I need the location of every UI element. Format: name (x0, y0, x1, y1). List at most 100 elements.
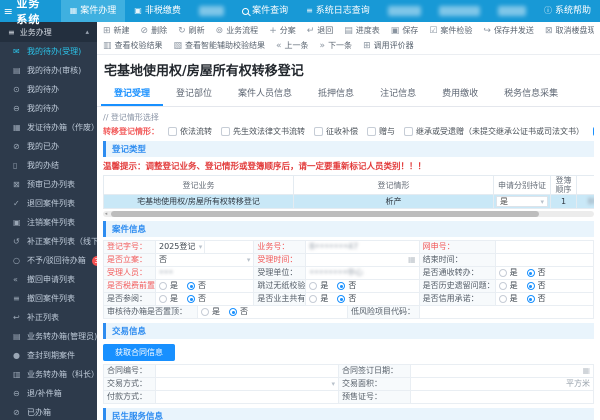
sidebar-item-seizure-expiry-case[interactable]: ●查封到期案件 (0, 346, 97, 365)
prev-record-button[interactable]: «上一条 (276, 40, 309, 51)
sidebar-item-my-todo-2[interactable]: ⊖我的待办 (0, 99, 97, 118)
tab-mortgage-info[interactable]: 抵押信息 (305, 82, 367, 106)
blurred-nav-item[interactable] (388, 6, 421, 16)
trade-area-field[interactable]: 平方米 (411, 378, 594, 391)
radio-no[interactable]: 否 (527, 280, 546, 292)
new-button[interactable]: ⊞新建 (103, 25, 130, 36)
checkbox-property-split[interactable]: 析产 (593, 126, 594, 137)
tab-fee-collect[interactable]: 费用缴收 (429, 82, 491, 106)
checkbox-lawful-transfer[interactable]: 依法流转 (168, 126, 212, 137)
sidebar-item-my-todo-review[interactable]: ▤我的待办(审核) (0, 61, 97, 80)
trade-method-select[interactable]: ▾ (156, 378, 339, 391)
case-check-button[interactable]: ☑案件检验 (429, 25, 472, 36)
sidebar-group-business[interactable]: ≡ 业务办理 ▴ (0, 22, 97, 42)
return-button[interactable]: ↵退回 (307, 25, 334, 36)
sidebar-item-return-supplement-box[interactable]: ⊖退/补件箱 (0, 384, 97, 403)
radio-no[interactable]: 否 (527, 267, 546, 279)
contract-no-field[interactable] (156, 365, 339, 378)
payment-method-field[interactable] (156, 391, 339, 404)
fetch-contract-button[interactable]: 获取合同信息 (103, 344, 175, 361)
nav-tab-case-query[interactable]: 案件查询 (233, 0, 297, 22)
sidebar-item-transfer-box-admin[interactable]: ▤业务转办箱(管理员) (0, 327, 97, 346)
nav-tab-syslog[interactable]: ≡ 系统日志查询 (297, 0, 379, 22)
scroll-left-arrow-icon[interactable]: ◂ (103, 211, 109, 217)
radio-yes[interactable]: 是 (499, 293, 518, 305)
sidebar-item-cert-todo-void[interactable]: ▦发证待办箱（作废） (0, 118, 97, 137)
radio-yes[interactable]: 是 (499, 280, 518, 292)
sidebar-item-withdraw-request-list[interactable]: «撤回申请列表 (0, 270, 97, 289)
radio-yes[interactable]: 是 (159, 293, 178, 305)
cancel-site-confirm-button[interactable]: ⊠取消楼盘现场确认 (545, 25, 594, 36)
nav-tab-case-handle[interactable]: ▦ 案件办理 (61, 0, 126, 22)
sidebar-item-correction-list[interactable]: ↩补正列表 (0, 308, 97, 327)
separate-cert-select[interactable]: 是 ▾ (496, 196, 548, 207)
blurred-nav-item[interactable] (199, 6, 224, 16)
sidebar-item-returned-case-list[interactable]: ✓退回案件列表 (0, 194, 97, 213)
checkbox-legal-doc-transfer[interactable]: 先生效法律文书流转 (221, 126, 305, 137)
save-button[interactable]: ▣保存 (391, 25, 419, 36)
next-record-button[interactable]: »下一条 (320, 40, 353, 51)
horizontal-scrollbar[interactable]: ◂ (103, 211, 594, 217)
delete-button[interactable]: ⊘删除 (141, 25, 168, 36)
workflow-button[interactable]: ⊚业务流程 (216, 25, 259, 36)
end-time-field[interactable] (496, 254, 594, 267)
is-filed-select[interactable]: 否▾ (156, 254, 254, 267)
tab-case-persons[interactable]: 案件人员信息 (225, 82, 305, 106)
view-check-result-button[interactable]: ▥查看校验结果 (103, 40, 163, 51)
tab-reg-accept[interactable]: 登记受理 (101, 82, 163, 106)
view-smart-check-result-button[interactable]: ▧查看智能辅助校验结果 (174, 40, 266, 51)
radio-no[interactable]: 否 (229, 306, 248, 318)
radio-no[interactable]: 否 (187, 280, 206, 292)
radio-no[interactable]: 否 (187, 293, 206, 305)
sidebar-item-correction-case-list-offline[interactable]: ↺补正案件列表（线下） (0, 232, 97, 251)
save-and-send-button[interactable]: ↪保存并发送 (483, 25, 534, 36)
sidebar-item-reject-todo-box[interactable]: ○不予/驳回待办箱3 (0, 251, 97, 270)
accept-time-field[interactable]: ▦ (306, 254, 419, 267)
low-risk-code-field[interactable] (420, 306, 594, 319)
accept-org-field[interactable]: ••••••••中心 (306, 267, 419, 280)
radio-no[interactable]: 否 (527, 293, 546, 305)
radio-yes[interactable]: 是 (159, 280, 178, 292)
table-row[interactable]: 宅基地使用权/房屋所有权转移登记 析产 是 ▾ 1 BM1 (104, 195, 595, 209)
sidebar-item-transfer-box-chief[interactable]: ▥业务转办箱（科长） (0, 365, 97, 384)
checkbox-gift[interactable]: 赠与 (367, 126, 395, 137)
tab-tax-info[interactable]: 税务信息采集 (491, 82, 571, 106)
checkbox-expropriation[interactable]: 征收补偿 (314, 126, 358, 137)
sidebar-item-withdraw-case-list[interactable]: ≡撤回案件列表 (0, 289, 97, 308)
nav-system-help[interactable]: ⓘ 系统帮助 (535, 0, 600, 22)
sidebar-item-my-todo-accept[interactable]: ✉我的待办(受理) (0, 42, 97, 61)
refresh-button[interactable]: ↻刷新 (178, 25, 205, 36)
scrollbar-thumb[interactable] (111, 211, 539, 217)
blurred-nav-item[interactable] (439, 6, 481, 16)
reg-serial-select[interactable]: 2025登记▾ (159, 241, 204, 253)
reg-serial-extra-input[interactable] (204, 241, 250, 253)
online-apply-no-field[interactable] (496, 241, 594, 254)
radio-yes[interactable]: 是 (499, 267, 518, 279)
blurred-nav-item[interactable] (498, 6, 526, 16)
sidebar-item-my-closed[interactable]: ▯我的办结 (0, 156, 97, 175)
split-case-button[interactable]: +分案 (269, 25, 296, 36)
accept-staff-field[interactable]: ••• (156, 267, 254, 280)
nav-tab-fee[interactable]: ▣ 非税缴费 (125, 0, 190, 22)
progress-sheet-button[interactable]: ▤进度表 (344, 25, 380, 36)
business-no-field[interactable]: B•••••••47 (306, 241, 419, 254)
radio-no[interactable]: 否 (337, 280, 356, 292)
radio-yes[interactable]: 是 (309, 280, 328, 292)
contract-date-label: 合同签订日期： (339, 365, 411, 378)
sidebar-item-cancelled-case-list[interactable]: ▣注销案件列表 (0, 213, 97, 232)
contract-date-field[interactable]: ▦ (411, 365, 594, 378)
presale-cert-no-field[interactable] (411, 391, 594, 404)
hamburger-menu-icon[interactable]: ≡ (0, 5, 16, 18)
sidebar-item-preaudit-done-list[interactable]: ⊠预审已办列表 (0, 175, 97, 194)
radio-no[interactable]: 否 (337, 293, 356, 305)
radio-yes[interactable]: 是 (309, 293, 328, 305)
sidebar-item-done-box[interactable]: ⊘已办箱 (0, 403, 97, 420)
tray-icon: ▤ (13, 332, 22, 341)
invoke-evaluator-button[interactable]: ⊞调用评价器 (363, 40, 414, 51)
sidebar-item-my-todo-1[interactable]: ⊙我的待办 (0, 80, 97, 99)
checkbox-inherit-no-notary[interactable]: 继承或受遗赠（未提交继承公证书或司法文书） (404, 126, 584, 137)
tab-note-info[interactable]: 注记信息 (367, 82, 429, 106)
tab-reg-part[interactable]: 登记部位 (163, 82, 225, 106)
sidebar-item-my-done[interactable]: ⊘我的已办 (0, 137, 97, 156)
radio-yes[interactable]: 是 (201, 306, 220, 318)
